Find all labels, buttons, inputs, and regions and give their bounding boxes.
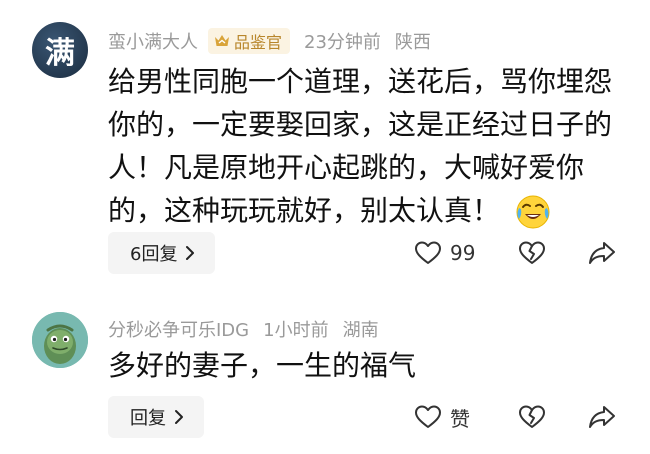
comment-meta: 分秒必争可乐IDG 1小时前 湖南 (108, 314, 379, 344)
avatar[interactable]: 满 (32, 22, 88, 78)
comment-actions: 99 (0, 232, 650, 274)
like-button[interactable]: 99 (414, 232, 475, 274)
like-label: 赞 (450, 406, 470, 431)
broken-heart-icon (519, 241, 545, 264)
crying-laughing-emoji (516, 195, 550, 229)
comment-item: 分秒必争可乐IDG 1小时前 湖南 多好的妻子，一生的福气 回复 赞 (0, 300, 650, 454)
timestamp: 1小时前 (263, 320, 329, 341)
timestamp: 23分钟前 (304, 32, 381, 53)
comment-text: 给男性同胞一个道理，送花后，骂你埋怨你的，一定要娶回家，这是正经过日子的人！凡是… (108, 60, 628, 232)
dislike-button[interactable] (518, 232, 546, 274)
username[interactable]: 分秒必争可乐IDG (108, 316, 249, 342)
dislike-button[interactable] (518, 396, 546, 438)
comment-actions: 赞 (0, 396, 650, 438)
badge-label: 品鉴官 (234, 33, 283, 52)
like-button[interactable]: 赞 (414, 396, 470, 438)
like-count: 99 (450, 241, 476, 265)
heart-outline-icon (415, 241, 441, 264)
share-button[interactable] (588, 396, 616, 438)
share-arrow-icon (589, 406, 615, 428)
comment-item: 满 蛮小满大人 品鉴官 23分钟前 陕西 给男性同胞一个道理，送花后，骂你埋怨你… (0, 0, 650, 286)
username[interactable]: 蛮小满大人 (108, 28, 198, 54)
location: 湖南 (342, 320, 379, 341)
broken-heart-icon (519, 405, 545, 428)
share-button[interactable] (588, 232, 616, 274)
badge: 品鉴官 (208, 28, 291, 54)
heart-outline-icon (415, 405, 441, 428)
avatar[interactable] (32, 312, 88, 368)
comment-text: 多好的妻子，一生的福气 (108, 344, 628, 387)
avatar-glyph: 满 (45, 36, 75, 71)
avatar-cartoon-icon (32, 312, 88, 368)
location: 陕西 (394, 32, 431, 53)
comment-body: 多好的妻子，一生的福气 (108, 349, 417, 382)
badge-crown-icon (215, 35, 229, 46)
comment-meta: 蛮小满大人 品鉴官 23分钟前 陕西 (108, 26, 431, 56)
share-arrow-icon (589, 242, 615, 264)
